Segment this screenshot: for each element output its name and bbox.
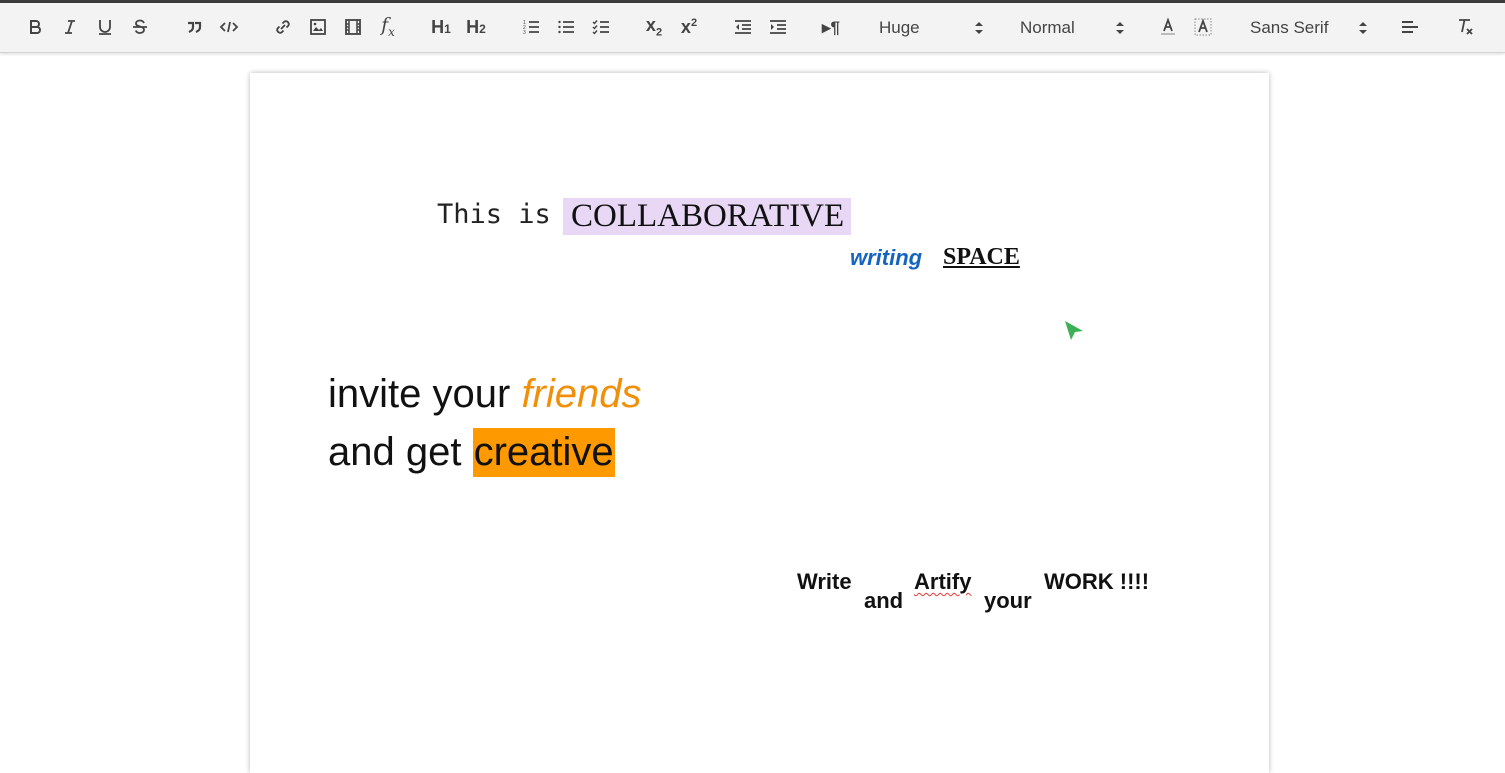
collaborator-cursor-icon: [1065, 321, 1083, 340]
checklist-icon: [592, 20, 609, 35]
text-invite-your: invite your: [328, 372, 511, 416]
header-select[interactable]: Normal: [1020, 13, 1125, 43]
text-and-get: and get: [328, 430, 462, 474]
heading1-button[interactable]: H1: [428, 13, 454, 41]
font-select[interactable]: Sans Serif: [1250, 13, 1368, 43]
collaborative-highlight: COLLABORATIVE: [563, 198, 852, 235]
font-color-icon: [1161, 17, 1175, 35]
line-and-get: and get creative: [328, 428, 615, 477]
chevron-updown-icon: [975, 22, 983, 34]
bold-button[interactable]: [22, 13, 48, 41]
editor-page[interactable]: This is COLLABORATIVE writing SPACE invi…: [250, 73, 1269, 773]
image-button[interactable]: [305, 13, 331, 41]
link-button[interactable]: [270, 13, 296, 41]
text-friends: friends: [521, 372, 642, 416]
text-this-is: This is: [437, 199, 551, 230]
size-select[interactable]: Huge: [879, 13, 984, 43]
outdent-button[interactable]: [730, 13, 756, 41]
image-icon: [310, 19, 326, 35]
ordered-list-icon: 123: [523, 20, 539, 36]
underline-button[interactable]: [92, 13, 118, 41]
chevron-updown-icon: [1359, 22, 1367, 34]
italic-icon: [65, 20, 75, 34]
superscript-button[interactable]: x2: [676, 13, 702, 41]
editor-toolbar: fx H1 H2 123 x2 x2 ▸¶ Huge Normal Sans S…: [0, 3, 1505, 53]
link-icon: [276, 20, 290, 34]
heading2-button[interactable]: H2: [463, 13, 489, 41]
video-button[interactable]: [340, 13, 366, 41]
text-collaborative: COLLABORATIVE: [571, 198, 845, 234]
formula-icon: fx: [381, 14, 395, 39]
indent-icon: [770, 20, 786, 34]
clear-format-icon: [1459, 19, 1473, 35]
code-icon: [219, 21, 239, 33]
font-color-button[interactable]: [1155, 13, 1181, 41]
chevron-updown-icon: [1116, 22, 1124, 34]
clear-format-button[interactable]: [1452, 13, 1478, 41]
text-direction-button[interactable]: ▸¶: [818, 13, 844, 41]
text-write: Write: [797, 569, 852, 594]
underline-icon: [99, 20, 111, 35]
strikethrough-button[interactable]: [127, 13, 153, 41]
heading2-icon: H2: [466, 17, 486, 37]
line-invite: invite your friends: [328, 372, 642, 417]
outdent-icon: [735, 20, 751, 34]
subscript-icon: x2: [645, 14, 663, 39]
align-left-icon: [1402, 21, 1418, 33]
text-artify: Artify: [914, 569, 972, 594]
pilcrow-icon: ▸¶: [822, 17, 840, 37]
text-creative: creative: [472, 428, 615, 477]
size-select-value: Huge: [879, 18, 920, 37]
italic-button[interactable]: [57, 13, 83, 41]
font-select-value: Sans Serif: [1250, 18, 1329, 37]
align-button[interactable]: [1397, 13, 1423, 41]
text-space: SPACE: [943, 244, 1020, 270]
indent-button[interactable]: [765, 13, 791, 41]
bullet-list-icon: [558, 20, 574, 34]
header-select-value: Normal: [1020, 18, 1075, 37]
background-color-icon: [1194, 18, 1212, 36]
heading1-icon: H1: [431, 17, 451, 37]
bold-icon: [30, 20, 41, 34]
ordered-list-button[interactable]: 123: [518, 13, 544, 41]
svg-text:3: 3: [523, 30, 526, 36]
text-your: your: [984, 588, 1032, 613]
text-writing: writing: [850, 245, 923, 270]
background-color-button[interactable]: [1190, 13, 1216, 41]
checklist-button[interactable]: [588, 13, 614, 41]
code-block-button[interactable]: [216, 13, 242, 41]
film-icon: [345, 19, 361, 35]
bullet-list-button[interactable]: [553, 13, 579, 41]
superscript-icon: x2: [680, 17, 698, 37]
subscript-button[interactable]: x2: [641, 13, 667, 41]
quote-icon: [188, 21, 202, 33]
blockquote-button[interactable]: [181, 13, 207, 41]
formula-button[interactable]: fx: [375, 13, 401, 41]
text-work: WORK !!!!: [1044, 569, 1150, 594]
text-and: and: [864, 588, 904, 613]
strikethrough-icon: [133, 19, 147, 34]
